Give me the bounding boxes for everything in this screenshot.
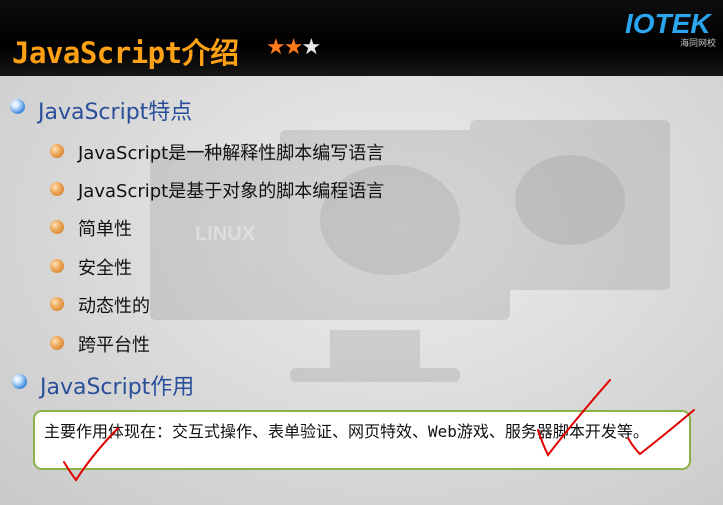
title-bar: JavaScript介绍 ★★★ IOTEK 海同网校: [0, 0, 723, 76]
svg-text:LINUX: LINUX: [195, 223, 256, 245]
orange-bullet-icon: [50, 144, 64, 158]
orange-bullet-icon: [50, 220, 64, 234]
orange-bullet-icon: [50, 182, 64, 196]
list-item: 简单性: [78, 219, 132, 240]
list-item: JavaScript是基于对象的脚本编程语言: [78, 181, 385, 202]
orange-bullet-icon: [50, 297, 64, 311]
list-item: 安全性: [78, 258, 132, 279]
star-filled-icon: ★: [266, 35, 286, 60]
blue-bullet-icon: [12, 374, 27, 389]
section-heading-usage: JavaScript作用: [40, 375, 195, 400]
difficulty-rating: ★★★: [266, 35, 321, 60]
list-item: 动态性的: [78, 296, 150, 317]
star-filled-icon: ★: [283, 35, 304, 60]
blue-bullet-icon: [10, 99, 25, 114]
slide-title: JavaScript介绍: [12, 36, 239, 70]
slide: LINUX JavaScript介绍 ★★★ IOTEK 海同网校 JavaSc…: [0, 0, 723, 505]
orange-bullet-icon: [50, 336, 64, 350]
list-item: 跨平台性: [78, 335, 150, 356]
usage-callout-text: 主要作用体现在：交互式操作、表单验证、网页特效、Web游戏、服务器脚本开发等。: [44, 422, 649, 441]
logo-subtitle: 海同网校: [680, 39, 717, 49]
section-heading-features: JavaScript特点: [38, 100, 193, 125]
list-item: JavaScript是一种解释性脚本编写语言: [78, 143, 385, 164]
orange-bullet-icon: [50, 259, 64, 273]
iotek-logo: IOTEK 海同网校: [625, 8, 723, 49]
star-empty-icon: ★: [301, 35, 321, 60]
